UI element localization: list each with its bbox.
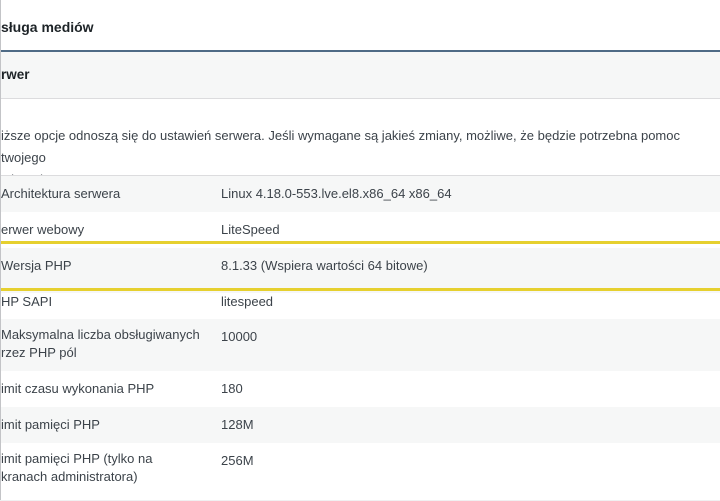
site-health-panel: sługa mediów rwer iższe opcje odnoszą si… xyxy=(0,0,720,500)
section-header-server[interactable]: rwer xyxy=(1,52,720,99)
row-label-line-2: kranach administratora) xyxy=(1,469,138,484)
server-info-table: Architektura serwera Linux 4.18.0-553.lv… xyxy=(1,175,720,484)
row-value: 128M xyxy=(221,417,254,432)
row-label: imit pamięci PHP xyxy=(1,417,100,432)
row-value: Linux 4.18.0-553.lve.el8.x86_64 x86_64 xyxy=(221,186,452,201)
table-row-php-sapi: HP SAPI litespeed xyxy=(1,293,720,319)
table-row-max-input-vars: Maksymalna liczba obsługiwanych rzez PHP… xyxy=(1,319,720,371)
row-value: LiteSpeed xyxy=(221,222,280,237)
row-value: 256M xyxy=(221,453,254,468)
row-label: Architektura serwera xyxy=(1,186,121,201)
row-label-line-1: Maksymalna liczba obsługiwanych xyxy=(1,327,200,342)
description-line-1: iższe opcje odnoszą się do ustawień serw… xyxy=(1,128,680,165)
row-label-line-2: rzez PHP pól xyxy=(1,345,77,360)
row-label: Maksymalna liczba obsługiwanych rzez PHP… xyxy=(1,326,201,362)
row-label: imit pamięci PHP (tylko na kranach admin… xyxy=(1,450,201,486)
row-label: imit czasu wykonania PHP xyxy=(1,381,155,396)
table-row-server-architecture: Architektura serwera Linux 4.18.0-553.lv… xyxy=(1,176,720,212)
row-value: litespeed xyxy=(221,294,274,309)
table-row-memory-limit: imit pamięci PHP 128M xyxy=(1,407,720,443)
row-label-line-1: imit pamięci PHP (tylko na xyxy=(1,451,153,466)
row-value: 8.1.33 (Wspiera wartości 64 bitowe) xyxy=(221,258,428,273)
table-row-php-version: Wersja PHP 8.1.33 (Wspiera wartości 64 b… xyxy=(1,248,720,293)
row-label: Wersja PHP xyxy=(1,258,72,273)
subsection-title: rwer xyxy=(1,67,30,82)
row-value: 10000 xyxy=(221,329,258,344)
section-header-media-handling[interactable]: sługa mediów xyxy=(1,0,720,52)
highlight-line-bottom xyxy=(1,288,720,291)
table-row-admin-memory-limit: imit pamięci PHP (tylko na kranach admin… xyxy=(1,443,720,501)
row-label: HP SAPI xyxy=(1,294,53,309)
row-value: 180 xyxy=(221,381,243,396)
row-label: erwer webowy xyxy=(1,222,85,237)
highlight-line-top xyxy=(1,241,720,244)
section-title: sługa mediów xyxy=(1,19,94,35)
table-row-max-execution-time: imit czasu wykonania PHP 180 xyxy=(1,371,720,407)
